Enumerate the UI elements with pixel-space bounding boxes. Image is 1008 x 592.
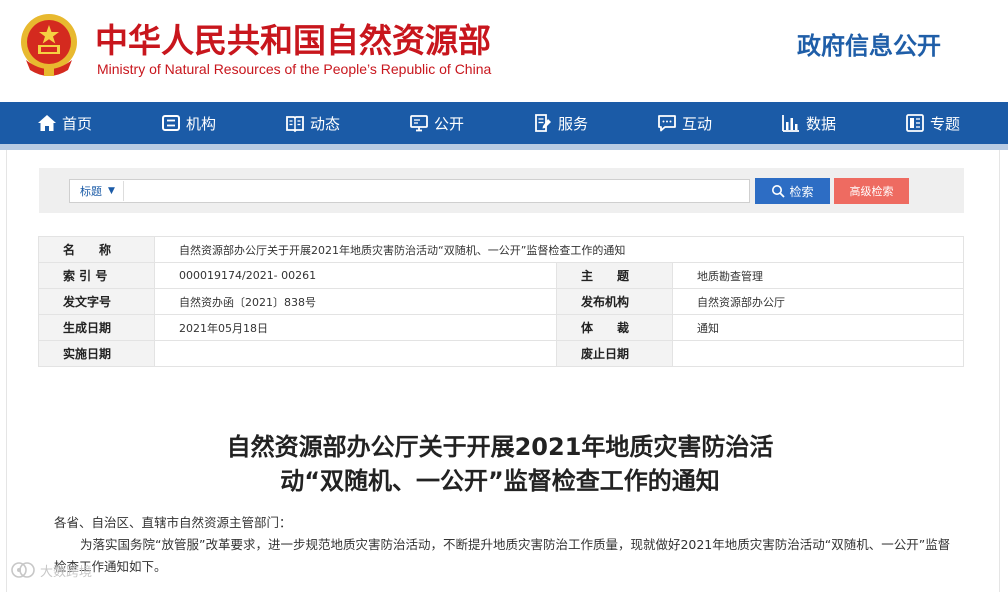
doc-number-value: 自然资办函〔2021〕838号 — [154, 288, 557, 315]
nav-label: 专题 — [930, 114, 961, 133]
repeal-date-value — [672, 340, 964, 367]
nav-item-disclosure[interactable]: 公开 — [409, 102, 464, 144]
date-value: 2021年05月18日 — [154, 314, 557, 341]
site-header: 中华人民共和国自然资源部 Ministry of Natural Resourc… — [0, 0, 1008, 102]
document-info-table: 名 称 自然资源部办公厅关于开展2021年地质灾害防治活动“双随机、一公开”监督… — [38, 236, 964, 367]
table-row: 索 引 号 000019174/2021- 00261 主 题 地质勘查管理 — [38, 262, 964, 289]
main-nav: 首页 机构 动态 公开 服务 互动 数据 专题 — [0, 102, 1008, 144]
nav-item-data[interactable]: 数据 — [781, 102, 836, 144]
date-label: 生成日期 — [38, 314, 155, 341]
gov-info-title[interactable]: 政府信息公开 — [797, 26, 941, 61]
nav-label: 服务 — [558, 114, 589, 133]
article-paragraph: 为落实国务院“放管服”改革要求，进一步规范地质灾害防治活动，不断提升地质灾害防治… — [54, 537, 951, 574]
nav-label: 机构 — [186, 114, 217, 133]
watermark: 大数跨境 — [10, 558, 92, 582]
search-icon — [772, 185, 786, 198]
name-label: 名 称 — [38, 236, 155, 263]
service-icon — [535, 114, 551, 132]
nav-label: 公开 — [434, 114, 465, 133]
effective-date-value — [154, 340, 557, 367]
disclosure-icon — [410, 115, 428, 132]
article-body: 各省、自治区、直辖市自然资源主管部门： 为落实国务院“放管服”改革要求，进一步规… — [54, 512, 954, 578]
publisher-value: 自然资源部办公厅 — [672, 288, 964, 315]
site-title-en: Ministry of Natural Resources of the Peo… — [97, 61, 492, 77]
nav-item-institution[interactable]: 机构 — [161, 102, 216, 144]
advanced-search-label: 高级检索 — [849, 185, 894, 198]
watermark-logo-icon — [11, 562, 35, 578]
index-label: 索 引 号 — [38, 262, 155, 289]
nav-label: 首页 — [62, 114, 93, 133]
search-input[interactable] — [126, 181, 746, 201]
interaction-icon — [658, 115, 676, 132]
data-icon — [782, 115, 799, 132]
search-select-value: 标题 — [80, 185, 102, 198]
genre-label: 体 裁 — [556, 314, 673, 341]
home-icon — [38, 115, 56, 131]
subject-label: 主 题 — [556, 262, 673, 289]
article-title-line1: 自然资源部办公厅关于开展2021年地质灾害防治活 — [226, 433, 774, 461]
repeal-date-label: 废止日期 — [556, 340, 673, 367]
nav-label: 互动 — [682, 114, 713, 133]
search-field-select[interactable]: 标题 ▼ — [72, 181, 124, 201]
topic-icon — [906, 114, 924, 132]
subject-value: 地质勘查管理 — [672, 262, 964, 289]
effective-date-label: 实施日期 — [38, 340, 155, 367]
nav-item-interaction[interactable]: 互动 — [657, 102, 712, 144]
search-button[interactable]: 检索 — [755, 178, 830, 204]
national-emblem-icon[interactable] — [18, 12, 80, 78]
nav-item-topic[interactable]: 专题 — [905, 102, 960, 144]
name-value: 自然资源部办公厅关于开展2021年地质灾害防治活动“双随机、一公开”监督检查工作… — [154, 236, 964, 263]
search-button-label: 检索 — [789, 184, 814, 199]
site-title-cn[interactable]: 中华人民共和国自然资源部 — [95, 14, 491, 62]
nav-item-service[interactable]: 服务 — [533, 102, 588, 144]
news-icon — [286, 116, 304, 133]
watermark-text: 大数跨境 — [40, 564, 93, 580]
nav-item-home[interactable]: 首页 — [37, 102, 92, 144]
table-row: 名 称 自然资源部办公厅关于开展2021年地质灾害防治活动“双随机、一公开”监督… — [38, 236, 964, 263]
article-salutation: 各省、自治区、直辖市自然资源主管部门： — [54, 515, 292, 530]
nav-label: 数据 — [806, 114, 837, 133]
table-row: 生成日期 2021年05月18日 体 裁 通知 — [38, 314, 964, 341]
doc-number-label: 发文字号 — [38, 288, 155, 315]
table-row: 发文字号 自然资办函〔2021〕838号 发布机构 自然资源部办公厅 — [38, 288, 964, 315]
article-title: 自然资源部办公厅关于开展2021年地质灾害防治活 动“双随机、一公开”监督检查工… — [180, 430, 820, 498]
advanced-search-button[interactable]: 高级检索 — [834, 178, 909, 204]
institution-icon — [162, 115, 180, 131]
genre-value: 通知 — [672, 314, 964, 341]
publisher-label: 发布机构 — [556, 288, 673, 315]
table-row: 实施日期 废止日期 — [38, 340, 964, 367]
article-title-line2: 动“双随机、一公开”监督检查工作的通知 — [280, 467, 720, 495]
nav-item-news[interactable]: 动态 — [285, 102, 340, 144]
index-value: 000019174/2021- 00261 — [154, 262, 557, 289]
nav-label: 动态 — [310, 114, 341, 133]
caret-down-icon: ▼ — [108, 186, 115, 196]
